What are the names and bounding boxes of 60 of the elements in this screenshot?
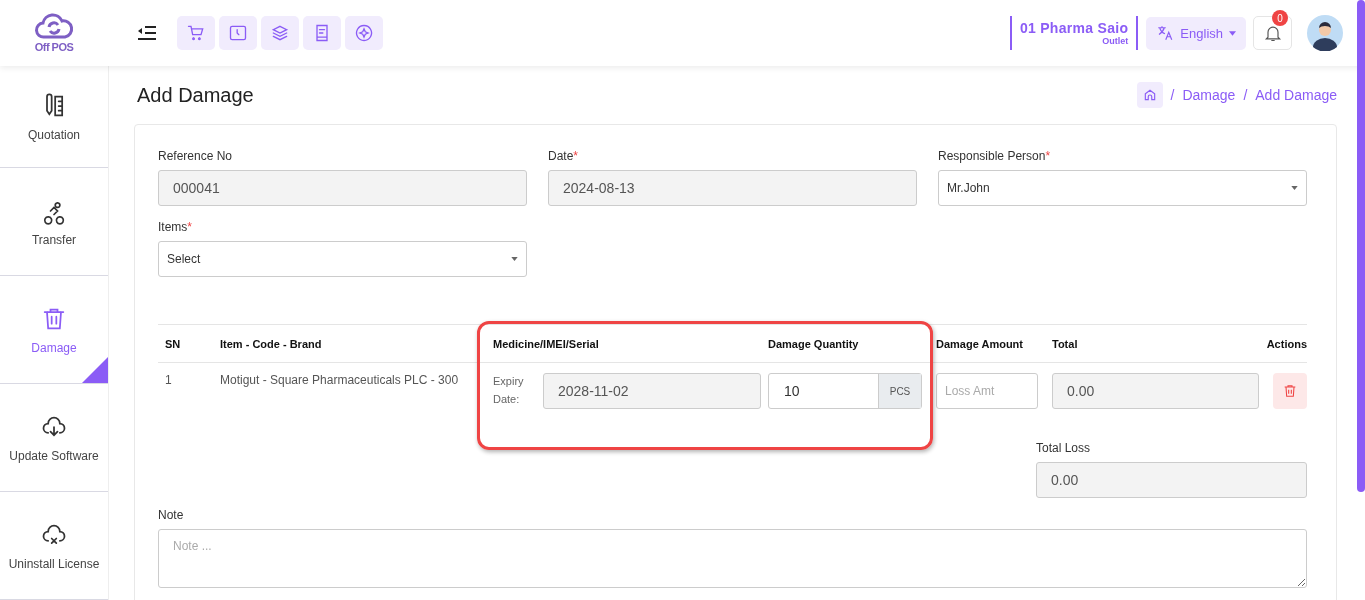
store-name: 01 Pharma Saio	[1019, 20, 1129, 36]
table-cell-text: Motigut - Square Pharmaceuticals PLC - 300	[219, 372, 460, 387]
breadcrumb-link[interactable]: Add Damage	[1255, 87, 1337, 103]
field-label: Items*	[158, 220, 193, 234]
select-field[interactable]: Mr.John	[938, 170, 1307, 206]
compass-icon	[354, 23, 374, 43]
readonly-field[interactable]: 000041	[158, 170, 527, 206]
caret-icon	[511, 257, 518, 261]
breadcrumb-link[interactable]: Damage	[1182, 87, 1236, 103]
column-header: SN	[164, 337, 182, 350]
select-field[interactable]: Select	[158, 241, 527, 277]
logo-text: Off POS	[34, 41, 74, 53]
field-label: Reference No	[158, 149, 234, 163]
expiry-date-field[interactable]: 2028-11-02	[543, 373, 761, 409]
loss-amount-field[interactable]: Loss Amt	[936, 373, 1038, 409]
clock-shortcut-button[interactable]	[219, 16, 257, 50]
column-header: Damage Amount	[935, 337, 1024, 350]
layers-icon	[270, 23, 290, 43]
total-loss-field[interactable]: 0.00	[1036, 462, 1307, 498]
cart-shortcut-button[interactable]	[177, 16, 215, 50]
notification-badge: 0	[1272, 10, 1288, 26]
column-header: Total	[1051, 337, 1079, 350]
caret-icon	[1291, 186, 1298, 190]
unit-label: PCS	[878, 374, 921, 408]
field-label: Responsible Person*	[938, 149, 1052, 163]
trash-icon	[1282, 383, 1298, 399]
receipt-shortcut-button[interactable]	[303, 16, 341, 50]
home-button[interactable]	[1136, 82, 1163, 108]
table-cell-text: 1	[164, 372, 173, 387]
caret-icon	[1229, 30, 1236, 36]
readonly-field[interactable]: 2024-08-13	[548, 170, 917, 206]
cloud-logo-icon	[34, 13, 74, 41]
home-icon	[1142, 88, 1157, 102]
notification-button[interactable]	[1253, 16, 1292, 50]
compass-shortcut-button[interactable]	[345, 16, 383, 50]
cart-icon	[186, 23, 206, 43]
clock-icon	[228, 23, 248, 43]
column-header: Medicine/IMEI/Serial	[492, 337, 600, 350]
quantity-field[interactable]: 10 PCS	[768, 373, 922, 409]
delete-button[interactable]	[1273, 373, 1307, 409]
column-header: Item - Code - Brand	[219, 337, 323, 350]
sidebar-toggle-icon[interactable]	[137, 26, 157, 40]
page-title: Add Damage	[137, 83, 254, 107]
column-header: Damage Quantity	[767, 337, 860, 350]
translate-icon	[1156, 24, 1175, 42]
layers-shortcut-button[interactable]	[261, 16, 299, 50]
user-avatar[interactable]	[1307, 15, 1343, 51]
scrollbar-thumb[interactable]	[1357, 0, 1365, 492]
expiry-label: Expiry Date:	[493, 374, 525, 407]
language-dropdown[interactable]: English	[1146, 16, 1246, 50]
field-label: Note	[158, 508, 185, 522]
store-subtitle: Outlet	[1102, 36, 1129, 46]
breadcrumb-separator: /	[1243, 87, 1248, 103]
field-label: Total Loss	[1036, 441, 1092, 455]
app-logo[interactable]: Off POS	[0, 13, 108, 53]
total-field[interactable]: 0.00	[1052, 373, 1259, 409]
note-field[interactable]: Note ...	[158, 529, 1307, 588]
breadcrumb-separator: /	[1170, 87, 1175, 103]
field-label: Date*	[548, 149, 580, 163]
column-header: Actions	[1265, 337, 1307, 350]
